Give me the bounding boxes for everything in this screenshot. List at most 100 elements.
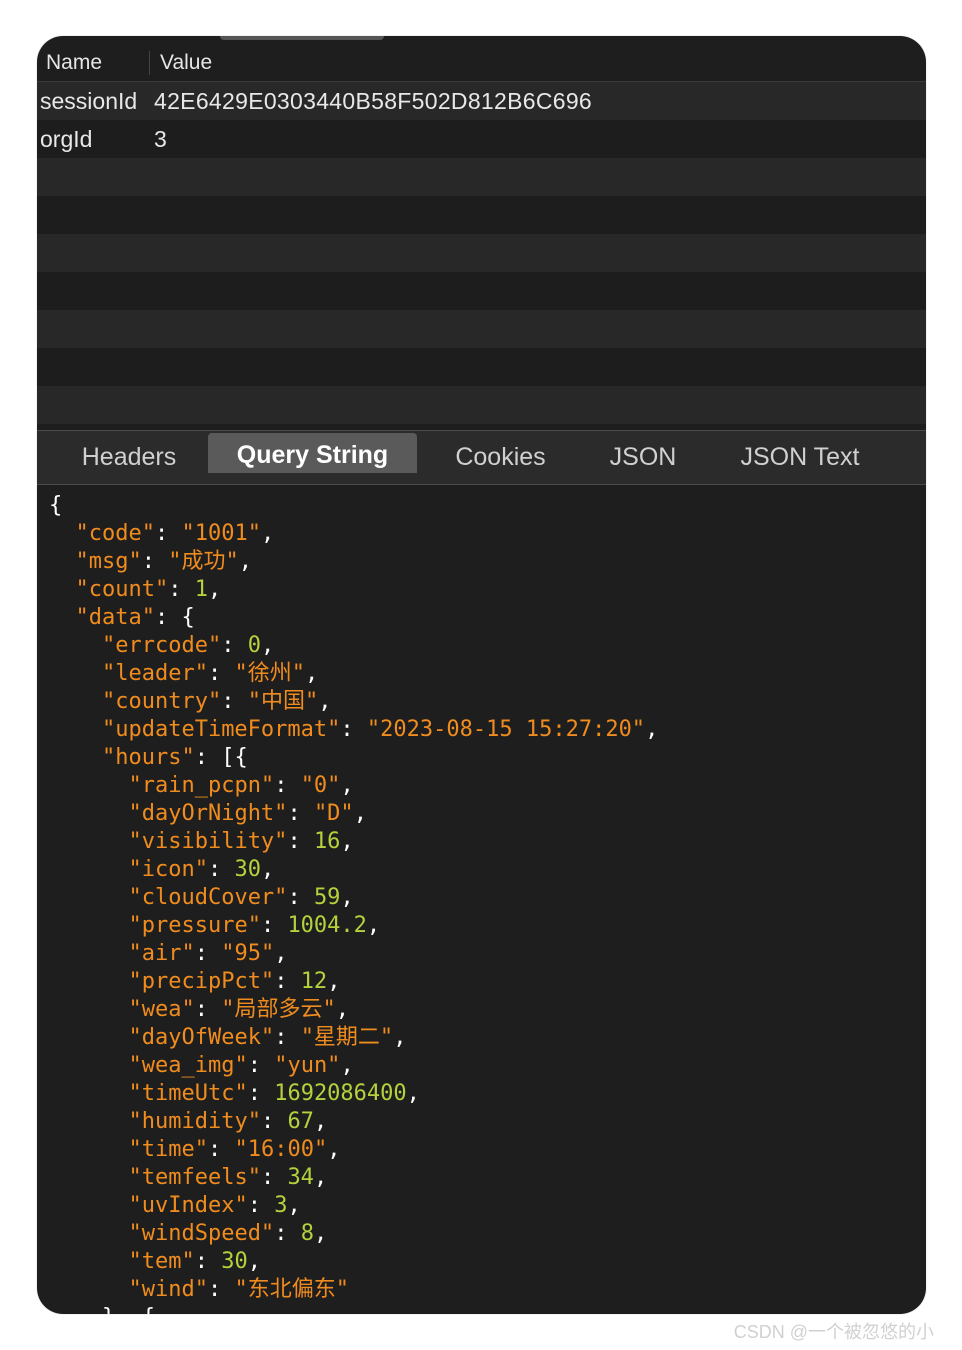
json-key: "air" xyxy=(128,941,195,966)
json-key: "humidity" xyxy=(128,1109,261,1134)
detail-tab-bar: Headers Query String Cookies JSON JSON T… xyxy=(37,430,926,485)
json-punct: : xyxy=(194,997,222,1022)
json-value: "成功" xyxy=(168,549,239,574)
json-punct: , xyxy=(393,1025,407,1050)
json-line: "code": "1001", xyxy=(49,520,658,548)
json-punct: : [{ xyxy=(194,745,248,770)
json-punct: , xyxy=(313,1109,328,1134)
value-column-header[interactable]: Value xyxy=(150,51,212,75)
json-line: "leader": "徐州", xyxy=(49,660,658,688)
json-punct: : xyxy=(207,1137,235,1162)
empty-row xyxy=(37,310,926,348)
tab-cookies[interactable]: Cookies xyxy=(433,431,568,484)
json-punct: , xyxy=(260,633,275,658)
json-line: "wea": "局部多云", xyxy=(49,996,658,1024)
json-punct: , xyxy=(274,941,288,966)
tab-headers[interactable]: Headers xyxy=(59,431,199,484)
json-line: "updateTimeFormat": "2023-08-15 15:27:20… xyxy=(49,716,658,744)
json-key: "count" xyxy=(75,577,169,602)
json-line: "tem": 30, xyxy=(49,1248,658,1276)
json-viewer[interactable]: { "code": "1001", "msg": "成功", "count" : … xyxy=(49,492,658,1314)
tab-json-text[interactable]: JSON Text xyxy=(720,431,880,484)
json-key: "rain_pcpn" xyxy=(128,773,275,798)
json-value: 30 xyxy=(234,857,261,882)
json-punct: : xyxy=(260,913,288,938)
json-punct: , xyxy=(406,1081,420,1106)
json-key: "temfeels" xyxy=(128,1165,261,1190)
json-punct: , xyxy=(340,1053,354,1078)
empty-row xyxy=(37,158,926,196)
json-value: "东北偏东" xyxy=(234,1277,349,1302)
json-key: "hours" xyxy=(101,745,195,770)
json-line: "precipPct": 12, xyxy=(49,968,658,996)
json-key: "icon" xyxy=(128,857,208,882)
watermark: CSDN @一个被忽悠的小 xyxy=(733,1322,934,1342)
json-line: "timeUtc": 1692086400, xyxy=(49,1080,658,1108)
json-key: "cloudCover" xyxy=(128,885,288,910)
json-key: "leader" xyxy=(101,661,208,686)
json-line: "temfeels": 34, xyxy=(49,1164,658,1192)
json-value: "95" xyxy=(221,941,275,966)
table-header: Name Value xyxy=(37,44,926,82)
empty-row xyxy=(37,348,926,386)
json-key: "dayOfWeek" xyxy=(128,1025,275,1050)
json-line: "icon": 30, xyxy=(49,856,658,884)
json-punct: : xyxy=(274,773,301,798)
json-punct: : xyxy=(154,521,182,546)
top-tab-stub xyxy=(220,36,384,40)
json-value: "徐州" xyxy=(234,661,305,686)
json-line: "rain_pcpn": "0", xyxy=(49,772,658,800)
json-value: 8 xyxy=(300,1221,314,1246)
json-punct: , xyxy=(366,913,381,938)
json-punct: : xyxy=(247,1081,275,1106)
json-value: 59 xyxy=(313,885,341,910)
empty-row xyxy=(37,386,926,424)
json-line: }, { xyxy=(49,1304,658,1314)
json-punct: : xyxy=(287,829,314,854)
name-column-header[interactable]: Name xyxy=(37,50,150,75)
json-punct: : xyxy=(194,941,222,966)
empty-row xyxy=(37,196,926,234)
json-punct: , xyxy=(247,1249,261,1274)
table-row[interactable]: orgId 3 xyxy=(37,120,926,158)
json-punct: , xyxy=(335,997,349,1022)
json-line: "msg": "成功", xyxy=(49,548,658,576)
json-punct: : xyxy=(274,1025,301,1050)
json-key: "wea_img" xyxy=(128,1053,248,1078)
json-line: "errcode": 0, xyxy=(49,632,658,660)
json-key: "visibility" xyxy=(128,829,288,854)
json-key: "code" xyxy=(75,521,155,546)
json-punct: : xyxy=(194,1249,222,1274)
json-punct: , xyxy=(260,521,275,546)
json-key: "dayOrNight" xyxy=(128,801,288,826)
json-line: { xyxy=(49,492,658,520)
tab-json[interactable]: JSON xyxy=(593,431,693,484)
json-line: "data": { xyxy=(49,604,658,632)
json-value: 30 xyxy=(221,1249,248,1274)
json-line: "visibility": 16, xyxy=(49,828,658,856)
json-key: "errcode" xyxy=(101,633,222,658)
json-value: "2023-08-15 15:27:20" xyxy=(366,717,646,742)
json-line: "country": "中国", xyxy=(49,688,658,716)
json-key: "updateTimeFormat" xyxy=(101,717,341,742)
json-punct: , xyxy=(260,857,275,882)
json-punct: : xyxy=(207,661,235,686)
param-name: sessionId xyxy=(40,87,138,114)
json-punct: , xyxy=(340,829,354,854)
json-punct: : xyxy=(207,857,235,882)
json-punct: : xyxy=(260,1109,288,1134)
json-line: "humidity": 67, xyxy=(49,1108,658,1136)
json-line: "uvIndex": 3, xyxy=(49,1192,658,1220)
tab-query-string[interactable]: Query String xyxy=(208,433,417,473)
json-key: "tem" xyxy=(128,1249,195,1274)
json-punct: , xyxy=(313,1165,328,1190)
json-value: 67 xyxy=(287,1109,314,1134)
json-value: "星期二" xyxy=(300,1025,394,1050)
json-punct: , xyxy=(327,1137,341,1162)
json-punct: , xyxy=(318,689,332,714)
json-punct: : xyxy=(287,885,314,910)
json-value: 1692086400 xyxy=(274,1081,407,1106)
table-row[interactable]: sessionId 42E6429E0303440B58F502D812B6C6… xyxy=(37,82,926,120)
json-key: "wind" xyxy=(128,1277,208,1302)
json-punct: : xyxy=(247,1193,275,1218)
